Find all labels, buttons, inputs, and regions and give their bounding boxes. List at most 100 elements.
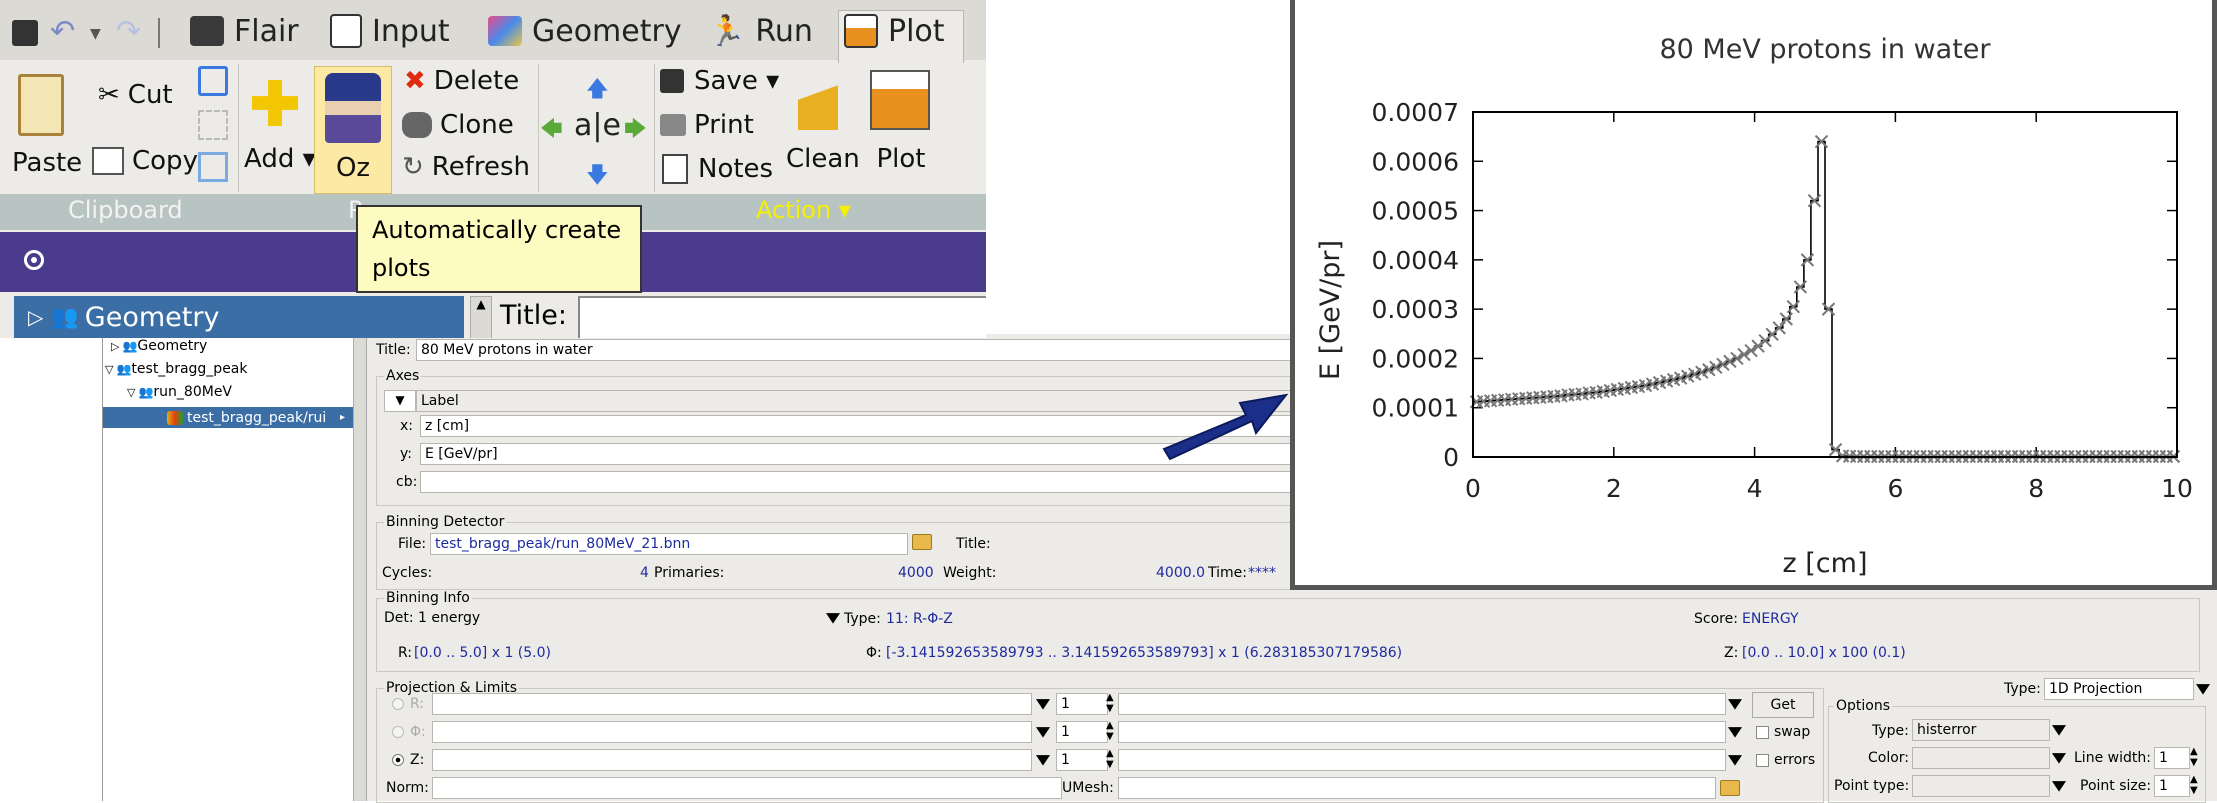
print-button[interactable]: Print	[660, 110, 754, 140]
rename-ae-icon[interactable]: a|e	[574, 108, 621, 143]
point-size-arrows-icon[interactable]: ▲ ▼	[2190, 774, 2198, 796]
axes-header-toggle[interactable]: ▼	[384, 390, 416, 412]
scrollbar-top[interactable]: ▲	[470, 296, 492, 338]
cb-axis-field[interactable]	[420, 471, 1296, 493]
tab-label: Input	[372, 13, 450, 49]
r-range-field[interactable]	[432, 693, 1032, 715]
save-icon[interactable]	[12, 20, 38, 46]
tab-input[interactable]: Input	[330, 8, 450, 54]
options-type-select[interactable]: histerror	[1912, 719, 2050, 741]
color-select[interactable]	[1912, 747, 2050, 769]
cut-button[interactable]: ✂ Cut	[98, 80, 173, 110]
phi-spinbox-arrows-icon[interactable]: ▲ ▼	[1106, 720, 1114, 742]
r-spinbox[interactable]: 1	[1056, 693, 1108, 715]
plot-label: Plot	[876, 144, 926, 174]
y-tick-label: 0.0001	[1372, 394, 1459, 423]
z-range-field[interactable]	[432, 749, 1032, 771]
clean-button[interactable]: Clean	[786, 70, 860, 180]
oz-button[interactable]: Oz	[314, 66, 392, 194]
tree-item-test-bragg-peak[interactable]: ▽ 👥 test_bragg_peak	[105, 361, 248, 377]
tab-run[interactable]: 🏃 Run	[708, 8, 813, 54]
line-width-arrows-icon[interactable]: ▲ ▼	[2190, 746, 2198, 768]
pane-splitter[interactable]	[353, 334, 367, 801]
move-up-icon[interactable]: 🡅	[586, 72, 609, 110]
errors-checkbox[interactable]	[1756, 754, 1769, 767]
tab-geometry[interactable]: Geometry	[488, 8, 682, 54]
group-icon: 👥	[138, 385, 154, 399]
phi-axis-label: Φ:	[410, 724, 426, 740]
select-all-icon[interactable]	[198, 66, 228, 96]
get-button[interactable]: Get	[1752, 692, 1814, 718]
notes-button[interactable]: Notes	[662, 154, 773, 184]
file-field[interactable]: test_bragg_peak/run_80MeV_21.bnn	[430, 533, 908, 555]
r-limit-field[interactable]	[1118, 693, 1726, 715]
point-size-spinbox[interactable]: 1	[2154, 775, 2190, 797]
x-tick-label: 6	[1887, 474, 1903, 503]
z-spinbox-arrows-icon[interactable]: ▲ ▼	[1106, 748, 1114, 770]
collapse-icon[interactable]: ▽	[105, 363, 113, 376]
detector-select[interactable]: Det: 1 energy	[380, 608, 840, 630]
move-right-icon[interactable]: 🡆	[624, 112, 647, 150]
y-tick-label: 0.0004	[1372, 246, 1459, 275]
y-tick-label: 0.0005	[1372, 197, 1459, 226]
notes-label: Notes	[698, 154, 774, 184]
tree-item-run-80mev[interactable]: ▽ 👥 run_80MeV	[127, 384, 232, 400]
tooltip-oz: Automatically create plots	[356, 205, 642, 293]
delete-button[interactable]: ✖ Delete	[404, 66, 519, 96]
folder-open-icon[interactable]	[912, 534, 932, 550]
save-button[interactable]: Save ▾	[660, 66, 779, 96]
tab-flair[interactable]: Flair	[190, 8, 299, 54]
title-field-large[interactable]	[578, 296, 986, 338]
tree-item-plot-selected[interactable]: test_bragg_peak/rui ▸	[103, 407, 353, 428]
add-button[interactable]: Add ▾	[244, 76, 316, 186]
radio-r[interactable]	[392, 698, 404, 710]
tab-plot[interactable]: Plot	[844, 8, 945, 54]
file-label: File:	[398, 536, 427, 552]
title-field[interactable]: 80 MeV protons in water	[416, 339, 1296, 361]
move-left-icon[interactable]: 🡄	[540, 112, 563, 150]
paste-button[interactable]: Paste	[12, 70, 82, 190]
paste-icon	[18, 74, 64, 136]
group-separator	[654, 64, 655, 192]
radio-phi[interactable]	[392, 726, 404, 738]
group-separator	[238, 64, 239, 192]
z-spinbox[interactable]: 1	[1056, 749, 1108, 771]
phi-bin-label: Φ:	[866, 645, 882, 661]
cut-label: Cut	[127, 80, 173, 110]
radio-z-selected[interactable]	[392, 754, 404, 766]
tree-item-label: test_bragg_peak/rui	[187, 409, 327, 426]
phi-limit-field[interactable]	[1118, 721, 1726, 743]
select-none-icon[interactable]	[198, 110, 228, 140]
copy-button[interactable]: Copy	[92, 146, 198, 176]
umesh-folder-icon[interactable]	[1720, 780, 1740, 796]
clone-button[interactable]: Clone	[402, 110, 514, 140]
plot-button[interactable]: Plot	[866, 70, 936, 180]
cb-axis-label: cb:	[396, 474, 418, 490]
phi-range-field[interactable]	[432, 721, 1032, 743]
select-invert-icon[interactable]	[198, 152, 228, 182]
move-down-icon[interactable]: 🡇	[586, 158, 609, 196]
expand-icon[interactable]: ▷	[111, 340, 119, 353]
tree-header-geometry[interactable]: ▷ 👥 Geometry	[14, 296, 464, 338]
broom-icon	[798, 70, 838, 130]
r-spinbox-arrows-icon[interactable]: ▲ ▼	[1106, 692, 1114, 714]
z-bin-value: [0.0 .. 10.0] x 100 (0.1)	[1742, 645, 1906, 661]
collapse-icon[interactable]: ▽	[127, 386, 135, 399]
tree-item-geometry[interactable]: ▷ 👥 Geometry	[111, 338, 207, 354]
undo-dropdown-icon[interactable]: ▼	[90, 26, 101, 42]
point-type-select[interactable]	[1912, 775, 2050, 797]
umesh-field[interactable]	[1118, 777, 1716, 799]
action-group-label[interactable]: Action ▾	[756, 196, 851, 224]
chart-title: 80 MeV protons in water	[1659, 34, 1991, 65]
detector-title-label: Title:	[956, 536, 991, 552]
norm-field[interactable]	[432, 777, 1062, 799]
z-limit-field[interactable]	[1118, 749, 1726, 771]
swap-checkbox[interactable]	[1756, 726, 1769, 739]
line-width-spinbox[interactable]: 1	[2154, 747, 2190, 769]
phi-spinbox[interactable]: 1	[1056, 721, 1108, 743]
refresh-button[interactable]: ↻ Refresh	[402, 152, 530, 182]
undo-icon[interactable]: ↶	[50, 14, 75, 49]
projection-type-dropdown-icon[interactable]	[2196, 684, 2210, 695]
redo-icon[interactable]: ↷	[116, 14, 141, 49]
projection-type-select[interactable]: 1D Projection	[2044, 678, 2194, 700]
